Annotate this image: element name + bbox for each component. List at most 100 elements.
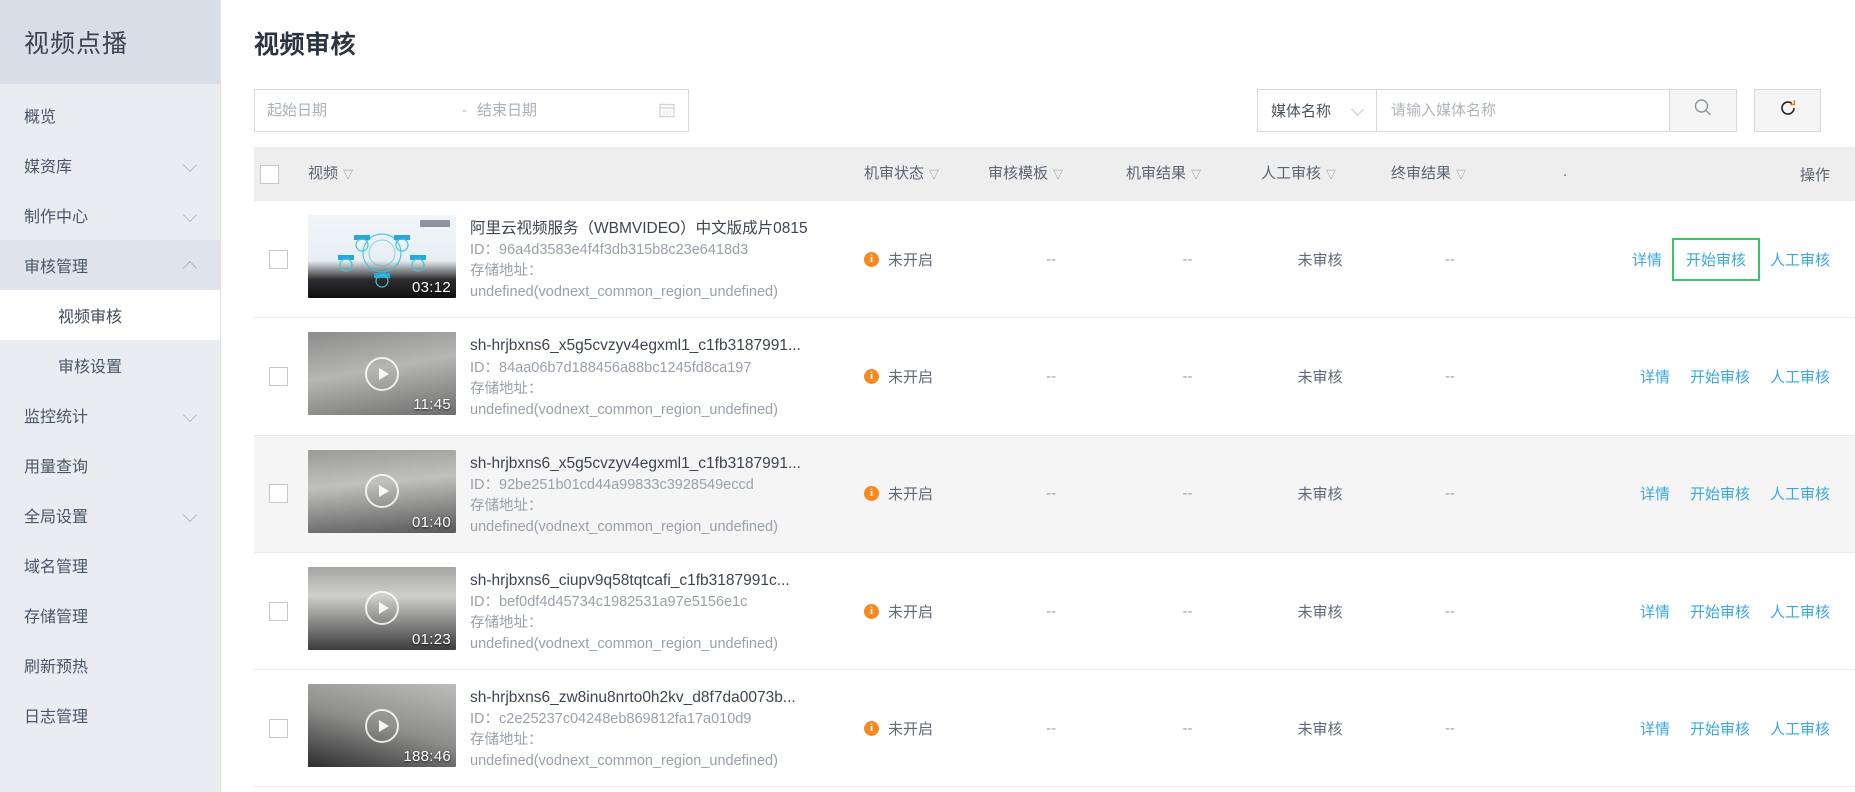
op-link-2[interactable]: 人工审核 bbox=[1760, 477, 1840, 510]
video-duration: 01:23 bbox=[411, 630, 451, 648]
video-thumbnail[interactable]: 03:12 bbox=[308, 215, 456, 298]
table-row[interactable]: 03:12 阿里云视频服务（WBMVIDEO）中文版成片0815 ID：96a4d3… bbox=[254, 201, 1855, 318]
column-header-final_result[interactable]: 终审结果 ▽ bbox=[1385, 147, 1515, 201]
column-header-label: 操作 bbox=[1799, 166, 1830, 184]
filter-icon[interactable]: ▽ bbox=[1053, 167, 1063, 180]
column-header-machine_status[interactable]: 机审状态 ▽ bbox=[858, 147, 982, 201]
sidebar-item-9[interactable]: 刷新预热 bbox=[0, 640, 220, 690]
table-row[interactable]: 188:46 sh-hrjbxns6_zw8inu8nrto0h2kv_d8f7d… bbox=[254, 670, 1855, 787]
sidebar-item-5[interactable]: 用量查询 bbox=[0, 440, 220, 490]
sidebar-item-8[interactable]: 存储管理 bbox=[0, 590, 220, 640]
play-icon[interactable] bbox=[365, 591, 399, 626]
video-title[interactable]: sh-hrjbxns6_zw8inu8nrto0h2kv_d8f7da0073b… bbox=[470, 686, 810, 709]
op-link-0[interactable]: 详情 bbox=[1630, 712, 1680, 745]
column-header-manual_audit[interactable]: 人工审核 ▽ bbox=[1255, 147, 1385, 201]
op-link-0[interactable]: 详情 bbox=[1630, 360, 1680, 393]
chevron-down-icon bbox=[184, 408, 198, 422]
manual-audit-value: 未审核 bbox=[1297, 368, 1343, 386]
video-title[interactable]: sh-hrjbxns6_x5g5cvzyv4egxml1_c1fb3187991… bbox=[470, 452, 810, 475]
video-title[interactable]: 阿里云视频服务（WBMVIDEO）中文版成片0815 bbox=[470, 217, 810, 240]
search-button[interactable] bbox=[1670, 88, 1737, 132]
video-storage-address: 存储地址：undefined(vodnext_common_region_und… bbox=[470, 497, 778, 535]
select-all-checkbox[interactable] bbox=[260, 164, 279, 184]
video-id: ID：bef0df4d45734c1982531a97e5156e1c bbox=[470, 594, 748, 611]
video-cell: 01:40 sh-hrjbxns6_x5g5cvzyv4egxml1_c1fb31… bbox=[302, 435, 858, 552]
calendar-icon[interactable] bbox=[658, 101, 676, 119]
info-warning-icon: i bbox=[864, 486, 879, 502]
sidebar-item-4[interactable]: 监控统计 bbox=[0, 390, 220, 440]
final-result-cell: -- bbox=[1385, 318, 1515, 435]
filter-icon[interactable]: ▽ bbox=[1456, 167, 1466, 180]
row-checkbox[interactable] bbox=[268, 366, 288, 386]
sidebar-item-7[interactable]: 域名管理 bbox=[0, 540, 220, 590]
video-thumbnail[interactable]: 01:23 bbox=[308, 566, 456, 650]
blank-cell bbox=[1515, 318, 1615, 435]
sidebar-subitem-3-1[interactable]: 审核设置 bbox=[0, 340, 220, 390]
final-result-value: -- bbox=[1445, 485, 1455, 503]
row-checkbox[interactable] bbox=[268, 718, 288, 738]
op-link-2[interactable]: 人工审核 bbox=[1760, 712, 1840, 745]
play-icon[interactable] bbox=[365, 708, 399, 743]
sidebar-item-0[interactable]: 概览 bbox=[0, 90, 220, 140]
op-link-1[interactable]: 开始审核 bbox=[1680, 360, 1760, 393]
op-link-0[interactable]: 详情 bbox=[1630, 595, 1680, 628]
search-input[interactable] bbox=[1376, 88, 1670, 132]
chevron-down-icon bbox=[184, 208, 198, 222]
op-link-0[interactable]: 详情 bbox=[1630, 477, 1680, 510]
filter-icon[interactable]: ▽ bbox=[929, 167, 939, 180]
table-row[interactable]: 11:45 sh-hrjbxns6_x5g5cvzyv4egxml1_c1fb31… bbox=[254, 318, 1855, 436]
video-cell: 01:23 sh-hrjbxns6_ciupv9q58tqtcafi_c1fb31… bbox=[302, 552, 858, 669]
video-thumbnail[interactable]: 188:46 bbox=[308, 684, 456, 768]
video-meta: sh-hrjbxns6_zw8inu8nrto0h2kv_d8f7da0073b… bbox=[470, 684, 810, 772]
date-range-separator: - bbox=[462, 101, 467, 119]
date-range-picker[interactable]: - bbox=[254, 88, 689, 132]
op-link-0[interactable]: 详情 bbox=[1622, 243, 1672, 276]
sidebar-brand: 视频点播 bbox=[0, 0, 220, 84]
video-thumbnail[interactable]: 01:40 bbox=[308, 449, 456, 533]
op-link-1[interactable]: 开始审核 bbox=[1680, 477, 1760, 510]
sidebar-subitem-3-0[interactable]: 视频审核 bbox=[0, 290, 220, 340]
table-row[interactable]: 01:23 sh-hrjbxns6_ciupv9q58tqtcafi_c1fb31… bbox=[254, 552, 1855, 670]
sidebar-item-6[interactable]: 全局设置 bbox=[0, 490, 220, 540]
column-header-audit_template[interactable]: 审核模板 ▽ bbox=[982, 147, 1120, 201]
video-duration: 11:45 bbox=[413, 396, 451, 414]
start-date-input[interactable] bbox=[267, 89, 452, 131]
video-title[interactable]: sh-hrjbxns6_ciupv9q58tqtcafi_c1fb3187991… bbox=[470, 569, 810, 592]
column-header-video[interactable]: 视频 ▽ bbox=[302, 147, 858, 201]
audit-template-value: -- bbox=[1046, 250, 1056, 268]
table-container: 视频 ▽ 机审状态 ▽ 审核模板 ▽ 机审结果 ▽ 人工审核 ▽ 终审结果 ▽ · 操作 03:12 阿里云… bbox=[221, 137, 1855, 787]
column-header-machine_result[interactable]: 机审结果 ▽ bbox=[1120, 147, 1255, 201]
video-meta: sh-hrjbxns6_x5g5cvzyv4egxml1_c1fb3187991… bbox=[470, 450, 810, 538]
sidebar-item-2[interactable]: 制作中心 bbox=[0, 190, 220, 240]
filter-icon[interactable]: ▽ bbox=[1326, 167, 1336, 180]
play-icon[interactable] bbox=[365, 356, 399, 391]
final-result-cell: -- bbox=[1385, 670, 1515, 787]
search-field-select[interactable]: 媒体名称 bbox=[1257, 88, 1376, 132]
play-icon[interactable] bbox=[365, 474, 399, 509]
op-link-2[interactable]: 人工审核 bbox=[1760, 243, 1840, 276]
sidebar-item-3[interactable]: 审核管理 bbox=[0, 240, 220, 290]
video-title[interactable]: sh-hrjbxns6_x5g5cvzyv4egxml1_c1fb3187991… bbox=[470, 334, 810, 357]
end-date-input[interactable] bbox=[477, 89, 647, 131]
filter-icon[interactable]: ▽ bbox=[1191, 167, 1201, 180]
machine-result-cell: -- bbox=[1120, 201, 1255, 318]
filter-icon[interactable]: ▽ bbox=[343, 167, 353, 180]
manual-audit-cell: 未审核 bbox=[1255, 670, 1385, 787]
op-link-2[interactable]: 人工审核 bbox=[1760, 595, 1840, 628]
op-link-1[interactable]: 开始审核 bbox=[1680, 712, 1760, 745]
table-body: 03:12 阿里云视频服务（WBMVIDEO）中文版成片0815 ID：96a4d3… bbox=[254, 201, 1855, 787]
sidebar-item-10[interactable]: 日志管理 bbox=[0, 690, 220, 740]
sidebar-item-1[interactable]: 媒资库 bbox=[0, 140, 220, 190]
machine-result-cell: -- bbox=[1120, 552, 1255, 669]
video-thumbnail[interactable]: 11:45 bbox=[308, 332, 456, 416]
op-link-1[interactable]: 开始审核 bbox=[1680, 595, 1760, 628]
column-header-label: 视频 bbox=[308, 165, 339, 183]
row-checkbox[interactable] bbox=[268, 601, 288, 621]
row-checkbox[interactable] bbox=[268, 249, 288, 269]
row-checkbox[interactable] bbox=[268, 484, 288, 504]
table-row[interactable]: 01:40 sh-hrjbxns6_x5g5cvzyv4egxml1_c1fb31… bbox=[254, 435, 1855, 553]
op-link-2[interactable]: 人工审核 bbox=[1760, 360, 1840, 393]
op-link-1[interactable]: 开始审核 bbox=[1671, 237, 1760, 281]
refresh-button[interactable] bbox=[1754, 88, 1821, 132]
machine-result-value: -- bbox=[1182, 602, 1193, 620]
